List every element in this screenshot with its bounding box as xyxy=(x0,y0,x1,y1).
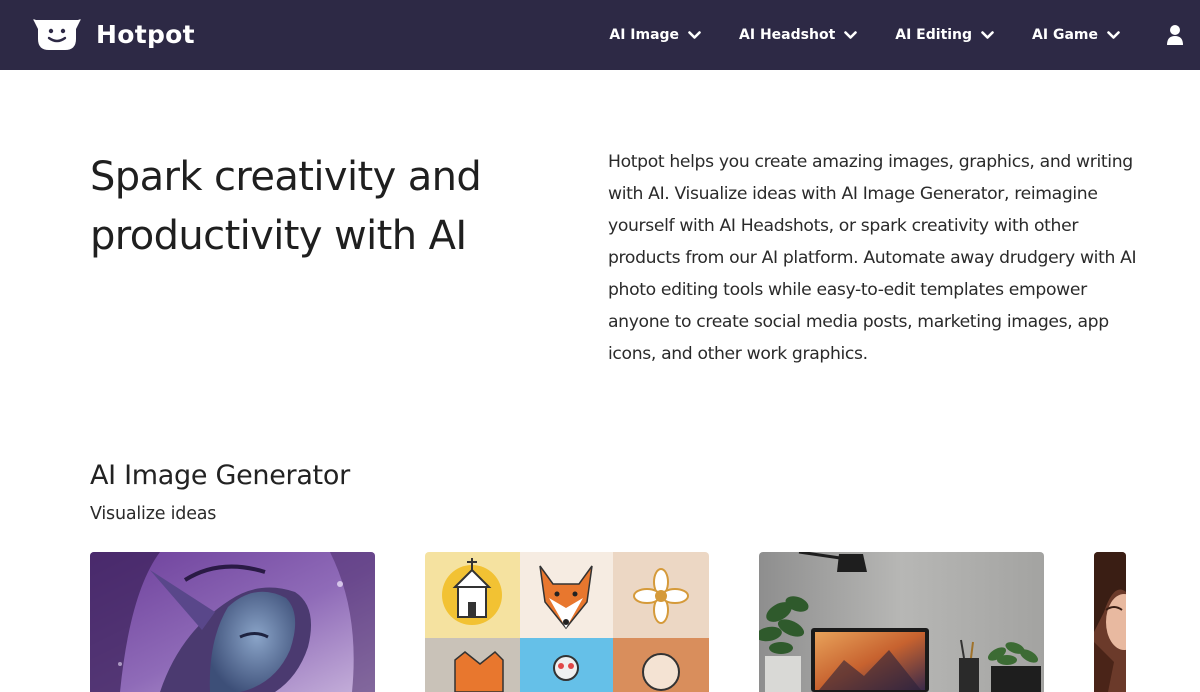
nav-label: AI Image xyxy=(609,27,680,43)
nav-ai-game[interactable]: AI Game xyxy=(1032,27,1120,43)
nav-label: AI Headshot xyxy=(739,27,836,43)
logo-grid-image xyxy=(425,552,709,692)
example-image-card-elf[interactable] xyxy=(90,552,375,692)
nav-label: AI Game xyxy=(1032,27,1098,43)
elf-portrait-image xyxy=(90,552,375,692)
hero-title: Spark creativity and productivity with A… xyxy=(90,154,482,259)
nav-ai-headshot[interactable]: AI Headshot xyxy=(739,27,858,43)
section-title: AI Image Generator xyxy=(90,460,350,491)
example-image-card-logos[interactable] xyxy=(425,552,709,692)
hero-description: Hotpot helps you create amazing images, … xyxy=(608,152,1137,364)
chevron-down-icon xyxy=(844,30,858,39)
desk-workspace-image xyxy=(759,552,1044,692)
chevron-down-icon xyxy=(981,30,994,39)
smiling-pot-icon xyxy=(33,19,81,50)
logo-link[interactable]: Hotpot xyxy=(30,17,195,51)
portrait-image xyxy=(1094,552,1126,692)
nav-ai-image[interactable]: AI Image xyxy=(609,27,701,43)
chevron-down-icon xyxy=(688,30,701,39)
user-icon[interactable] xyxy=(1166,24,1184,46)
chevron-down-icon xyxy=(1107,30,1120,39)
example-image-card-portrait[interactable] xyxy=(1094,552,1126,692)
example-image-card-desk[interactable] xyxy=(759,552,1044,692)
nav-label: AI Editing xyxy=(895,27,973,43)
main-nav: AI Image AI Headshot AI Editing AI Game xyxy=(571,0,1120,70)
nav-ai-editing[interactable]: AI Editing xyxy=(895,27,994,43)
section-subtitle: Visualize ideas xyxy=(90,504,217,524)
brand-name: Hotpot xyxy=(96,19,195,49)
top-navbar: Hotpot AI Image AI Headshot AI Editing A… xyxy=(0,0,1200,70)
